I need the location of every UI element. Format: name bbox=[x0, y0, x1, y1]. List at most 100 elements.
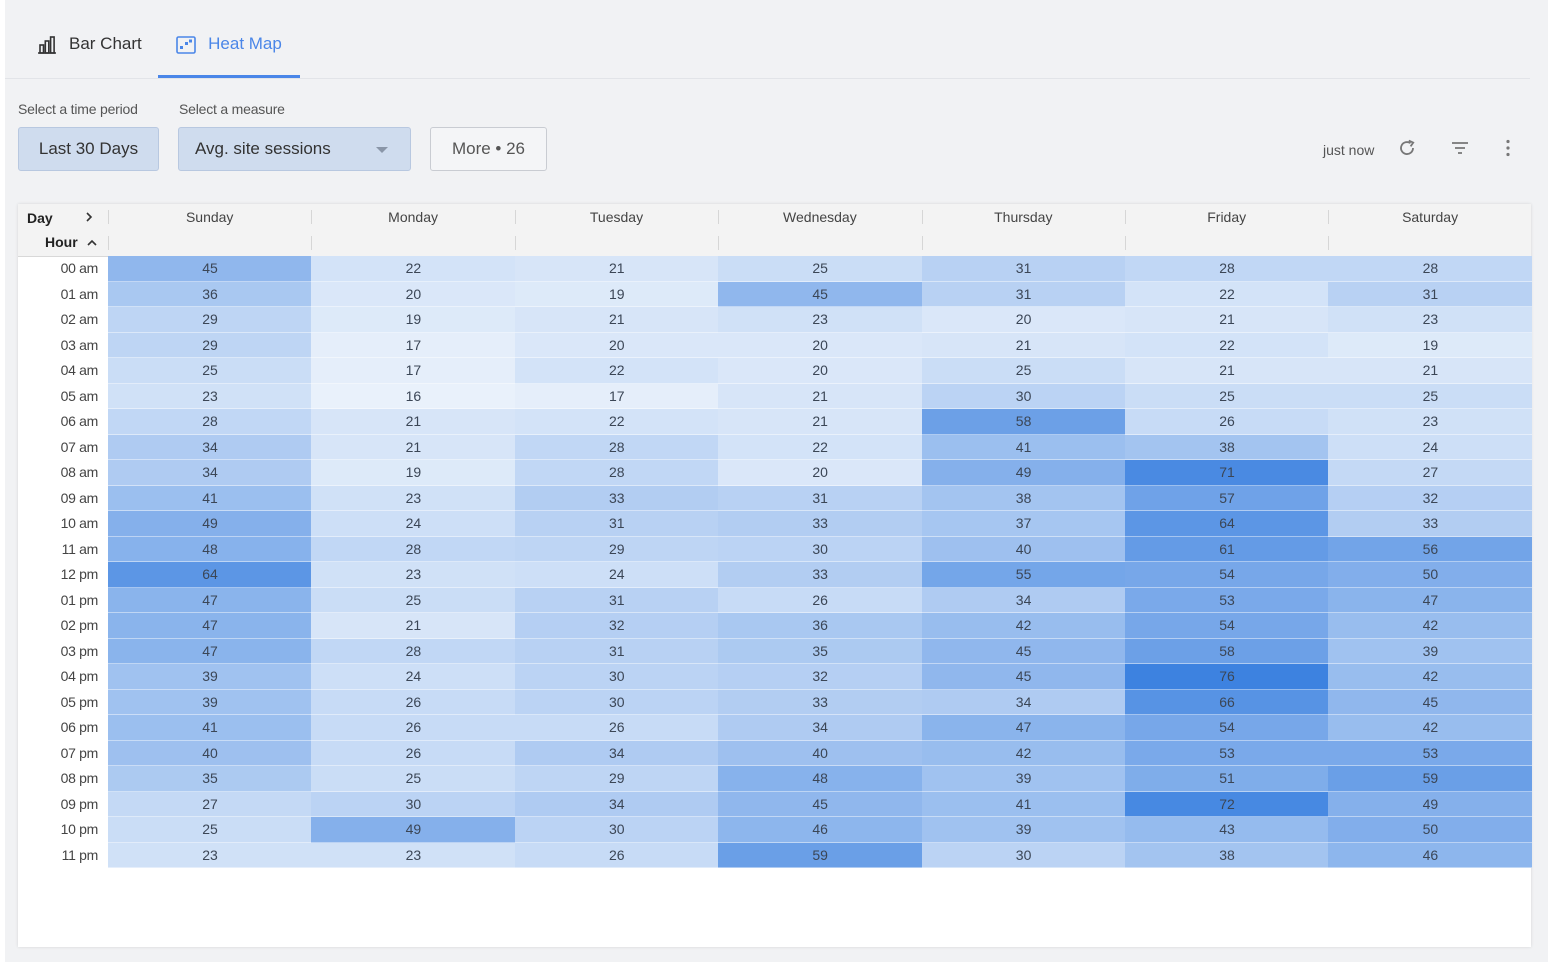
heatmap-cell[interactable]: 24 bbox=[1328, 434, 1533, 460]
heatmap-cell[interactable]: 50 bbox=[1328, 817, 1533, 843]
heatmap-cell[interactable]: 21 bbox=[718, 383, 923, 409]
heatmap-cell[interactable]: 21 bbox=[311, 409, 516, 435]
heatmap-cell[interactable]: 34 bbox=[514, 791, 719, 817]
heatmap-cell[interactable]: 54 bbox=[1125, 715, 1329, 741]
heatmap-cell[interactable]: 22 bbox=[311, 256, 516, 282]
heatmap-cell[interactable]: 41 bbox=[108, 715, 312, 741]
heatmap-cell[interactable]: 47 bbox=[108, 587, 312, 613]
heatmap-cell[interactable]: 16 bbox=[311, 383, 516, 409]
heatmap-cell[interactable]: 38 bbox=[1125, 842, 1329, 868]
heatmap-cell[interactable]: 39 bbox=[108, 689, 312, 715]
heatmap-cell[interactable]: 25 bbox=[1125, 383, 1329, 409]
heatmap-cell[interactable]: 22 bbox=[718, 434, 923, 460]
heatmap-cell[interactable]: 31 bbox=[921, 281, 1126, 307]
heatmap-cell[interactable]: 39 bbox=[921, 766, 1126, 792]
heatmap-cell[interactable]: 24 bbox=[311, 511, 516, 537]
heatmap-cell[interactable]: 25 bbox=[108, 358, 312, 384]
heatmap-cell[interactable]: 29 bbox=[108, 332, 312, 358]
heatmap-cell[interactable]: 56 bbox=[1328, 536, 1533, 562]
heatmap-cell[interactable]: 47 bbox=[921, 715, 1126, 741]
heatmap-cell[interactable]: 21 bbox=[1328, 358, 1533, 384]
heatmap-cell[interactable]: 24 bbox=[514, 562, 719, 588]
heatmap-cell[interactable]: 33 bbox=[1328, 511, 1533, 537]
heatmap-cell[interactable]: 20 bbox=[921, 307, 1126, 333]
heatmap-cell[interactable]: 72 bbox=[1125, 791, 1329, 817]
heatmap-cell[interactable]: 28 bbox=[1125, 256, 1329, 282]
heatmap-cell[interactable]: 71 bbox=[1125, 460, 1329, 486]
day-header-friday[interactable]: Friday bbox=[1125, 204, 1328, 230]
heatmap-cell[interactable]: 49 bbox=[921, 460, 1126, 486]
heatmap-cell[interactable]: 76 bbox=[1125, 664, 1329, 690]
heatmap-cell[interactable]: 23 bbox=[718, 307, 923, 333]
heatmap-cell[interactable]: 46 bbox=[718, 817, 923, 843]
heatmap-cell[interactable]: 31 bbox=[514, 587, 719, 613]
more-vertical-icon[interactable] bbox=[1498, 138, 1518, 158]
heatmap-cell[interactable]: 45 bbox=[921, 664, 1126, 690]
heatmap-cell[interactable]: 20 bbox=[514, 332, 719, 358]
heatmap-cell[interactable]: 55 bbox=[921, 562, 1126, 588]
tab-heat-map[interactable]: Heat Map bbox=[158, 34, 300, 78]
heatmap-cell[interactable]: 26 bbox=[514, 842, 719, 868]
heatmap-cell[interactable]: 53 bbox=[1328, 740, 1533, 766]
heatmap-cell[interactable]: 22 bbox=[1125, 281, 1329, 307]
heatmap-cell[interactable]: 53 bbox=[1125, 587, 1329, 613]
heatmap-cell[interactable]: 29 bbox=[514, 766, 719, 792]
heatmap-cell[interactable]: 25 bbox=[311, 587, 516, 613]
heatmap-cell[interactable]: 30 bbox=[311, 791, 516, 817]
heatmap-cell[interactable]: 49 bbox=[1328, 791, 1533, 817]
heatmap-cell[interactable]: 42 bbox=[1328, 664, 1533, 690]
heatmap-cell[interactable]: 49 bbox=[311, 817, 516, 843]
heatmap-cell[interactable]: 40 bbox=[921, 536, 1126, 562]
heatmap-cell[interactable]: 35 bbox=[108, 766, 312, 792]
day-header-thursday[interactable]: Thursday bbox=[922, 204, 1125, 230]
heatmap-cell[interactable]: 34 bbox=[108, 460, 312, 486]
heatmap-cell[interactable]: 41 bbox=[921, 791, 1126, 817]
heatmap-cell[interactable]: 23 bbox=[1328, 307, 1533, 333]
heatmap-cell[interactable]: 17 bbox=[311, 358, 516, 384]
heatmap-cell[interactable]: 34 bbox=[718, 715, 923, 741]
heatmap-cell[interactable]: 41 bbox=[108, 485, 312, 511]
heatmap-cell[interactable]: 40 bbox=[108, 740, 312, 766]
heatmap-cell[interactable]: 64 bbox=[1125, 511, 1329, 537]
heatmap-cell[interactable]: 21 bbox=[311, 434, 516, 460]
heatmap-cell[interactable]: 33 bbox=[514, 485, 719, 511]
heatmap-cell[interactable]: 42 bbox=[1328, 715, 1533, 741]
heatmap-cell[interactable]: 26 bbox=[718, 587, 923, 613]
heatmap-cell[interactable]: 23 bbox=[311, 485, 516, 511]
heatmap-cell[interactable]: 31 bbox=[1328, 281, 1533, 307]
heatmap-cell[interactable]: 25 bbox=[108, 817, 312, 843]
heatmap-cell[interactable]: 39 bbox=[921, 817, 1126, 843]
heatmap-cell[interactable]: 23 bbox=[311, 842, 516, 868]
heatmap-cell[interactable]: 25 bbox=[718, 256, 923, 282]
heatmap-cell[interactable]: 41 bbox=[921, 434, 1126, 460]
heatmap-cell[interactable]: 47 bbox=[108, 638, 312, 664]
heatmap-cell[interactable]: 38 bbox=[1125, 434, 1329, 460]
tab-bar-chart[interactable]: Bar Chart bbox=[37, 34, 142, 78]
heatmap-cell[interactable]: 32 bbox=[514, 613, 719, 639]
heatmap-cell[interactable]: 28 bbox=[108, 409, 312, 435]
heatmap-cell[interactable]: 21 bbox=[1125, 307, 1329, 333]
heatmap-cell[interactable]: 21 bbox=[921, 332, 1126, 358]
heatmap-cell[interactable]: 23 bbox=[1328, 409, 1533, 435]
measure-dropdown[interactable]: Avg. site sessions bbox=[178, 127, 411, 171]
heatmap-cell[interactable]: 22 bbox=[514, 409, 719, 435]
more-filters-button[interactable]: More • 26 bbox=[430, 127, 547, 171]
heatmap-cell[interactable]: 59 bbox=[718, 842, 923, 868]
heatmap-cell[interactable]: 57 bbox=[1125, 485, 1329, 511]
heatmap-cell[interactable]: 29 bbox=[108, 307, 312, 333]
heatmap-cell[interactable]: 49 bbox=[108, 511, 312, 537]
heatmap-cell[interactable]: 19 bbox=[514, 281, 719, 307]
heatmap-cell[interactable]: 58 bbox=[1125, 638, 1329, 664]
heatmap-cell[interactable]: 54 bbox=[1125, 562, 1329, 588]
heatmap-cell[interactable]: 25 bbox=[1328, 383, 1533, 409]
heatmap-cell[interactable]: 21 bbox=[311, 613, 516, 639]
heatmap-cell[interactable]: 43 bbox=[1125, 817, 1329, 843]
heatmap-cell[interactable]: 35 bbox=[718, 638, 923, 664]
heatmap-cell[interactable]: 37 bbox=[921, 511, 1126, 537]
heatmap-cell[interactable]: 33 bbox=[718, 562, 923, 588]
heatmap-cell[interactable]: 17 bbox=[311, 332, 516, 358]
heatmap-cell[interactable]: 20 bbox=[311, 281, 516, 307]
heatmap-cell[interactable]: 51 bbox=[1125, 766, 1329, 792]
heatmap-cell[interactable]: 28 bbox=[1328, 256, 1533, 282]
day-header-saturday[interactable]: Saturday bbox=[1328, 204, 1531, 230]
